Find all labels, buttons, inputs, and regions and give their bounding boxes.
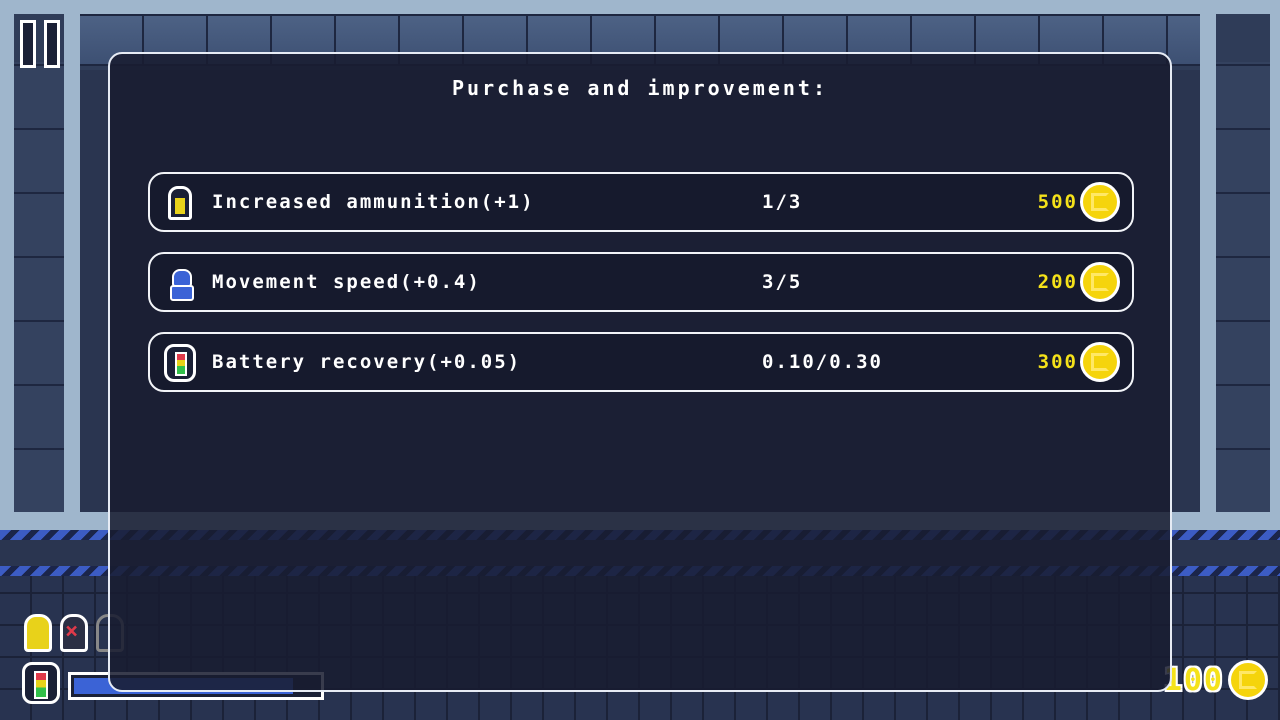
upgrade-row-speed[interactable]: Movement speed(+0.4) 3/5 200 bbox=[148, 252, 1134, 312]
coin-icon bbox=[1080, 342, 1120, 382]
coin-icon bbox=[1080, 182, 1120, 222]
upgrade-price: 200 bbox=[1037, 271, 1078, 293]
ammo-empty-icon bbox=[60, 614, 88, 652]
upgrade-price: 500 bbox=[1037, 191, 1078, 213]
battery-icon bbox=[22, 662, 60, 704]
battery-icon bbox=[164, 344, 196, 382]
upgrade-level: 0.10/0.30 bbox=[762, 351, 883, 373]
left-pillar bbox=[64, 0, 80, 520]
pause-icon bbox=[44, 20, 60, 68]
left-wall bbox=[14, 62, 64, 512]
right-wall bbox=[1216, 62, 1270, 512]
speed-icon bbox=[164, 264, 196, 302]
pause-icon bbox=[20, 20, 36, 68]
upgrade-row-ammunition[interactable]: Increased ammunition(+1) 1/3 500 bbox=[148, 172, 1134, 232]
coin-icon bbox=[1080, 262, 1120, 302]
coin-icon bbox=[1228, 660, 1268, 700]
left-edge bbox=[0, 0, 14, 520]
upgrade-name: Movement speed(+0.4) bbox=[212, 271, 481, 293]
upgrade-name: Battery recovery(+0.05) bbox=[212, 351, 522, 373]
upgrade-price: 300 bbox=[1037, 351, 1078, 373]
ammo-loaded-icon bbox=[24, 614, 52, 652]
upgrade-level: 1/3 bbox=[762, 191, 803, 213]
upgrade-row-battery[interactable]: Battery recovery(+0.05) 0.10/0.30 300 bbox=[148, 332, 1134, 392]
upgrade-name: Increased ammunition(+1) bbox=[212, 191, 535, 213]
pause-button[interactable] bbox=[18, 20, 64, 72]
upgrade-level: 3/5 bbox=[762, 271, 803, 293]
coin-counter: 100 bbox=[1164, 660, 1268, 700]
right-edge bbox=[1270, 0, 1280, 520]
ammo-icon bbox=[164, 184, 196, 222]
frame-top bbox=[0, 0, 1280, 14]
shop-panel: Purchase and improvement: Increased ammu… bbox=[108, 52, 1172, 692]
right-pillar bbox=[1200, 0, 1216, 520]
coin-count: 100 bbox=[1163, 662, 1224, 698]
shop-title: Purchase and improvement: bbox=[451, 76, 829, 100]
